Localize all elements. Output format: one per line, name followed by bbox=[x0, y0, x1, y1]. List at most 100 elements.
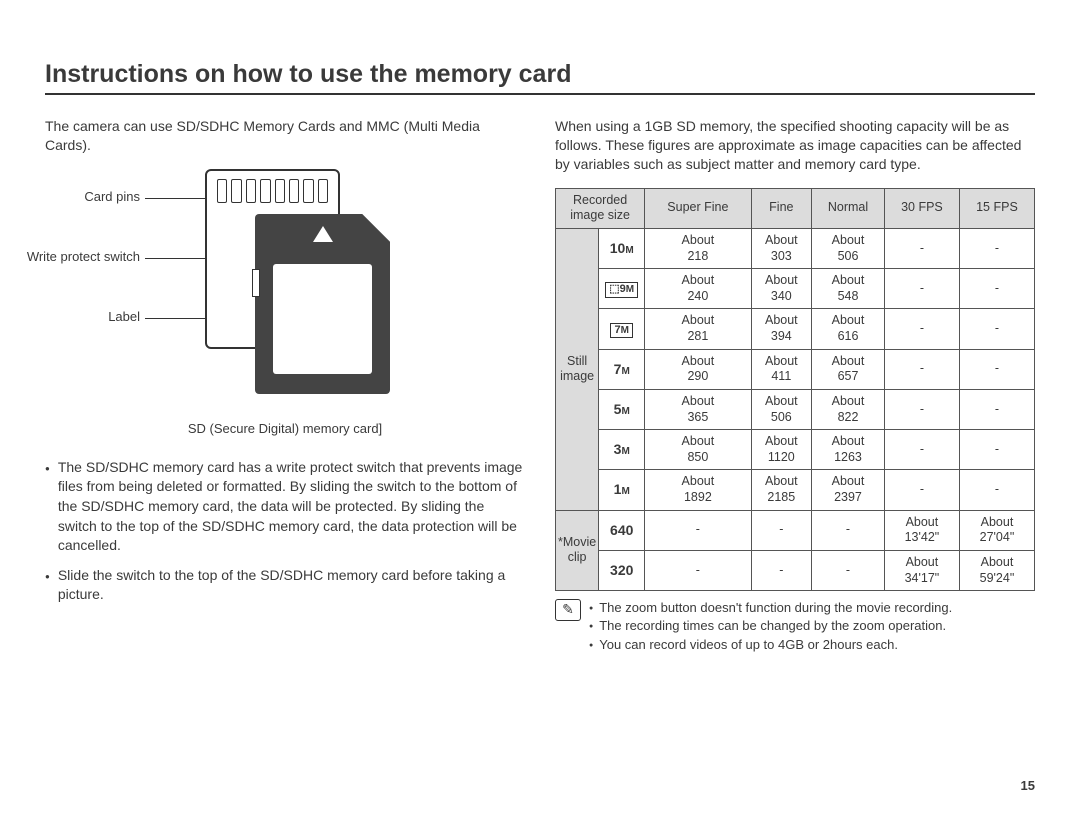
capacity-cell: About548 bbox=[812, 269, 885, 309]
th-fine: Fine bbox=[751, 188, 812, 228]
callout-switch-label: Write protect switch bbox=[27, 249, 140, 264]
callout-label-label: Label bbox=[108, 309, 140, 324]
card-label-area bbox=[273, 264, 372, 374]
size-icon: 5M bbox=[599, 389, 645, 429]
capacity-cell: - bbox=[884, 430, 959, 470]
callout-label: Label bbox=[45, 309, 140, 324]
note-text: The zoom button doesn't function during … bbox=[599, 599, 952, 617]
intro-right: When using a 1GB SD memory, the specifie… bbox=[555, 117, 1035, 174]
intro-left: The camera can use SD/SDHC Memory Cards … bbox=[45, 117, 525, 155]
note-block: The zoom button doesn't function during … bbox=[555, 599, 1035, 654]
note-text: The recording times can be changed by th… bbox=[599, 617, 946, 635]
capacity-cell: About290 bbox=[645, 349, 751, 389]
capacity-cell: About27'04" bbox=[959, 510, 1034, 550]
capacity-cell: About394 bbox=[751, 309, 812, 349]
content-columns: The camera can use SD/SDHC Memory Cards … bbox=[45, 117, 1035, 654]
capacity-cell: About822 bbox=[812, 389, 885, 429]
capacity-cell: About218 bbox=[645, 228, 751, 268]
capacity-cell: About657 bbox=[812, 349, 885, 389]
capacity-cell: About2397 bbox=[812, 470, 885, 510]
capacity-cell: - bbox=[751, 510, 812, 550]
capacity-cell: - bbox=[751, 550, 812, 590]
table-row: 7MAbout290About411About657-- bbox=[556, 349, 1035, 389]
size-icon: ⬚9M bbox=[599, 269, 645, 309]
bullet-text: Slide the switch to the top of the SD/SD… bbox=[58, 566, 525, 605]
size-icon: 7M bbox=[599, 309, 645, 349]
capacity-cell: - bbox=[959, 389, 1034, 429]
th-30fps: 30 FPS bbox=[884, 188, 959, 228]
capacity-cell: - bbox=[884, 349, 959, 389]
capacity-cell: About411 bbox=[751, 349, 812, 389]
capacity-cell: About1263 bbox=[812, 430, 885, 470]
figure-caption: SD (Secure Digital) memory card] bbox=[45, 421, 525, 436]
note-text: You can record videos of up to 4GB or 2h… bbox=[599, 636, 898, 654]
table-row: 5MAbout365About506About822-- bbox=[556, 389, 1035, 429]
capacity-cell: - bbox=[959, 470, 1034, 510]
capacity-cell: About850 bbox=[645, 430, 751, 470]
bullet-text: The SD/SDHC memory card has a write prot… bbox=[58, 458, 525, 556]
size-icon: 10M bbox=[599, 228, 645, 268]
right-column: When using a 1GB SD memory, the specifie… bbox=[555, 117, 1035, 654]
size-icon: 1M bbox=[599, 470, 645, 510]
capacity-cell: About506 bbox=[751, 389, 812, 429]
note-icon bbox=[555, 599, 581, 621]
category-still: Stillimage bbox=[556, 228, 599, 510]
capacity-cell: - bbox=[812, 510, 885, 550]
capacity-cell: About13'42" bbox=[884, 510, 959, 550]
capacity-cell: About240 bbox=[645, 269, 751, 309]
capacity-cell: - bbox=[959, 430, 1034, 470]
capacity-cell: - bbox=[645, 550, 751, 590]
sd-card-front bbox=[255, 214, 390, 394]
capacity-cell: - bbox=[884, 470, 959, 510]
note-list: The zoom button doesn't function during … bbox=[589, 599, 952, 654]
note-item: The zoom button doesn't function during … bbox=[589, 599, 952, 617]
callout-pins-label: Card pins bbox=[84, 189, 140, 204]
table-row: 320---About34'17"About59'24" bbox=[556, 550, 1035, 590]
capacity-cell: - bbox=[959, 309, 1034, 349]
table-row: 7MAbout281About394About616-- bbox=[556, 309, 1035, 349]
capacity-cell: About1120 bbox=[751, 430, 812, 470]
left-bullets: The SD/SDHC memory card has a write prot… bbox=[45, 458, 525, 605]
capacity-cell: - bbox=[959, 269, 1034, 309]
capacity-cell: - bbox=[959, 228, 1034, 268]
capacity-cell: About281 bbox=[645, 309, 751, 349]
card-pins-graphic bbox=[217, 179, 328, 203]
table-header-row: Recorded image size Super Fine Fine Norm… bbox=[556, 188, 1035, 228]
capacity-cell: - bbox=[884, 228, 959, 268]
table-row: Stillimage10MAbout218About303About506-- bbox=[556, 228, 1035, 268]
capacity-table: Recorded image size Super Fine Fine Norm… bbox=[555, 188, 1035, 592]
th-15fps: 15 FPS bbox=[959, 188, 1034, 228]
write-protect-switch-graphic bbox=[252, 269, 260, 297]
th-size: Recorded image size bbox=[556, 188, 645, 228]
note-item: The recording times can be changed by th… bbox=[589, 617, 952, 635]
callout-pins: Card pins bbox=[45, 189, 140, 204]
capacity-cell: - bbox=[959, 349, 1034, 389]
capacity-cell: - bbox=[812, 550, 885, 590]
th-normal: Normal bbox=[812, 188, 885, 228]
table-row: ⬚9MAbout240About340About548-- bbox=[556, 269, 1035, 309]
capacity-cell: About34'17" bbox=[884, 550, 959, 590]
bullet-item: Slide the switch to the top of the SD/SD… bbox=[45, 566, 525, 605]
capacity-cell: About303 bbox=[751, 228, 812, 268]
page-title: Instructions on how to use the memory ca… bbox=[45, 60, 1035, 95]
bullet-item: The SD/SDHC memory card has a write prot… bbox=[45, 458, 525, 556]
callout-switch: Write protect switch bbox=[5, 249, 140, 264]
size-icon: 3M bbox=[599, 430, 645, 470]
table-row: *Movieclip640---About13'42"About27'04" bbox=[556, 510, 1035, 550]
category-movie: *Movieclip bbox=[556, 510, 599, 591]
table-row: 3MAbout850About1120About1263-- bbox=[556, 430, 1035, 470]
capacity-cell: - bbox=[645, 510, 751, 550]
capacity-cell: About59'24" bbox=[959, 550, 1034, 590]
capacity-cell: About1892 bbox=[645, 470, 751, 510]
page-number: 15 bbox=[1021, 778, 1035, 793]
note-item: You can record videos of up to 4GB or 2h… bbox=[589, 636, 952, 654]
capacity-cell: - bbox=[884, 269, 959, 309]
table-row: 1MAbout1892About2185About2397-- bbox=[556, 470, 1035, 510]
sd-card-figure: Card pins Write protect switch Label bbox=[45, 169, 525, 409]
size-icon: 320 bbox=[599, 550, 645, 590]
th-superfine: Super Fine bbox=[645, 188, 751, 228]
capacity-cell: About340 bbox=[751, 269, 812, 309]
capacity-cell: - bbox=[884, 309, 959, 349]
size-icon: 640 bbox=[599, 510, 645, 550]
capacity-cell: About365 bbox=[645, 389, 751, 429]
